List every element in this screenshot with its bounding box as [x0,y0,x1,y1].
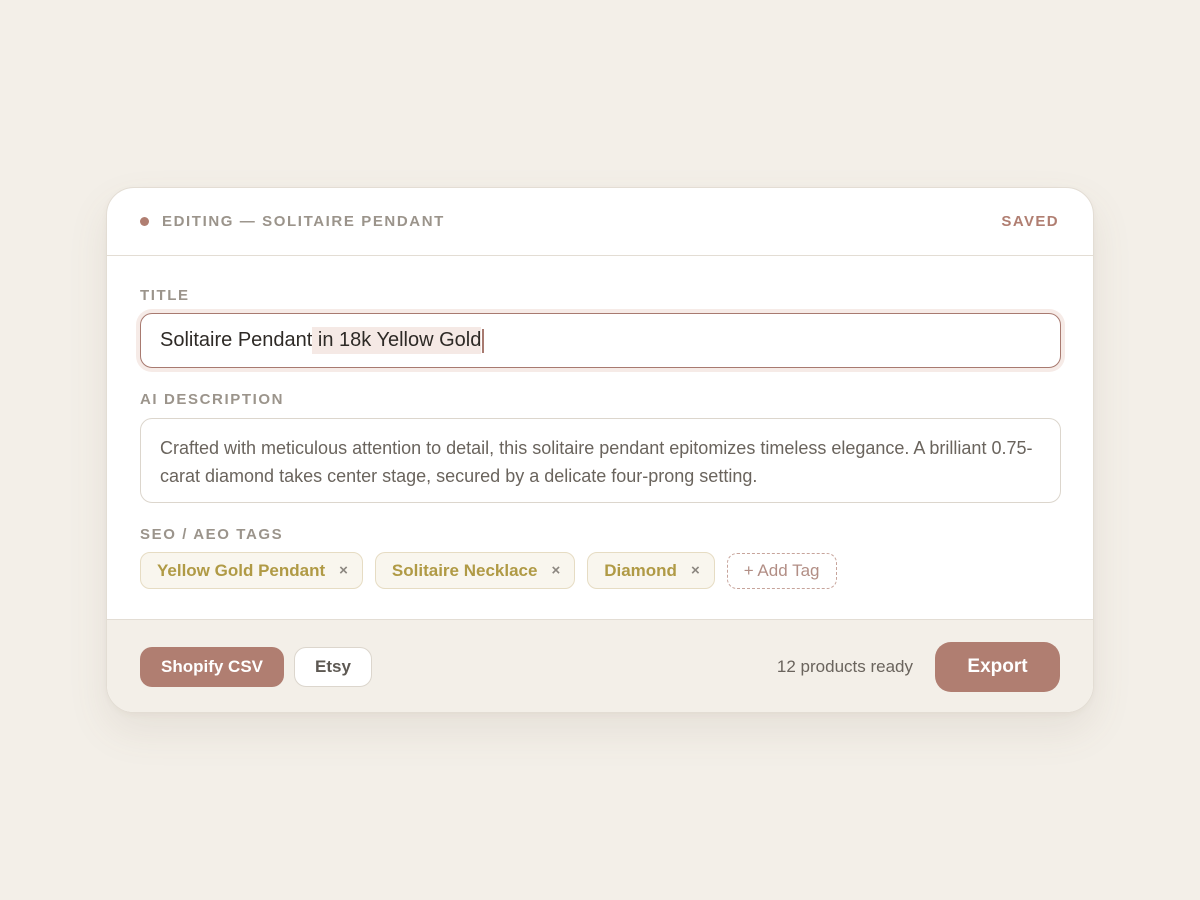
title-suggestion-text: in 18k Yellow Gold [312,327,482,354]
format-shopify-csv-button[interactable]: Shopify CSV [140,647,285,687]
product-editor-card: EDITING — SOLITAIRE PENDANT SAVED TITLE … [106,187,1094,713]
format-etsy-button[interactable]: Etsy [294,647,372,687]
close-icon[interactable]: × [339,563,348,578]
tag-label: Solitaire Necklace [391,560,538,580]
title-typed-text: Solitaire Pendant [160,329,313,351]
footer-right: 12 products ready Export [777,642,1060,692]
export-format-group: Shopify CSV Etsy [140,647,372,687]
tag-label: Diamond [604,560,677,580]
text-caret [482,328,485,353]
add-tag-button[interactable]: + Add Tag [726,552,837,589]
description-label: AI DESCRIPTION [140,391,285,408]
header-left: EDITING — SOLITAIRE PENDANT [140,213,445,230]
title-label: TITLE [140,287,190,304]
tag-label: Yellow Gold Pendant [157,560,326,580]
tags-label: SEO / AEO TAGS [140,526,284,543]
status-dot-icon [140,217,149,226]
save-status: SAVED [1001,213,1059,230]
export-button[interactable]: Export [935,642,1060,692]
tag-chip: Solitaire Necklace × [374,552,576,589]
products-ready-count: 12 products ready [776,657,913,676]
title-input[interactable]: Solitaire Pendant in 18k Yellow Gold [140,313,1061,368]
tag-chip: Yellow Gold Pendant × [140,552,363,589]
close-icon[interactable]: × [551,563,560,578]
editor-title: EDITING — SOLITAIRE PENDANT [162,213,445,230]
tags-row: Yellow Gold Pendant × Solitaire Necklace… [140,552,837,589]
close-icon[interactable]: × [691,563,700,578]
editor-footer: Shopify CSV Etsy 12 products ready Expor… [107,619,1093,712]
description-textarea[interactable]: Crafted with meticulous attention to det… [140,418,1061,503]
editor-header: EDITING — SOLITAIRE PENDANT SAVED [107,188,1093,256]
tag-chip: Diamond × [587,552,715,589]
